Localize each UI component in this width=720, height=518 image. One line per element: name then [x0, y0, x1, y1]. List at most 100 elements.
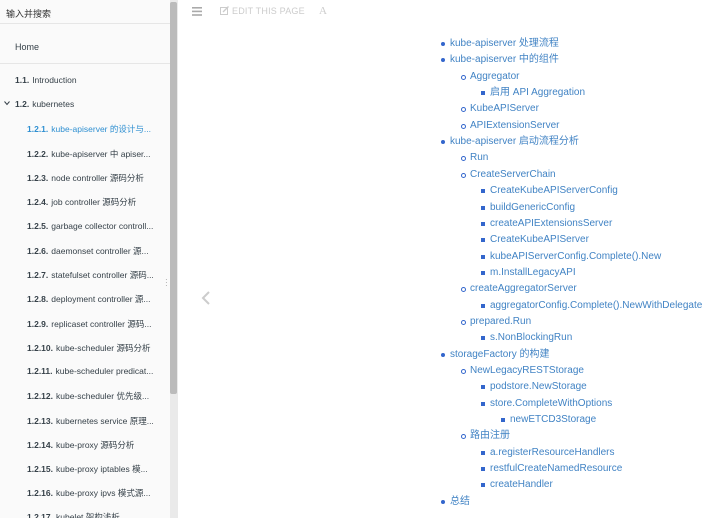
sidebar-item-number: 1.2.2.	[27, 149, 49, 159]
bullet-icon	[481, 254, 485, 259]
toc-link[interactable]: Aggregator	[470, 71, 519, 82]
sidebar-item[interactable]: 1.2.15. kube-proxy iptables 模...	[27, 463, 164, 475]
toc-link[interactable]: s.NonBlockingRun	[490, 332, 572, 343]
toc-link[interactable]: CreateKubeAPIServerConfig	[490, 185, 618, 196]
sidebar-item[interactable]: 1.2.4. job controller 源码分析	[27, 196, 164, 208]
sidebar-item[interactable]: 1.2.6. daemonset controller 源...	[27, 245, 164, 257]
sidebar-item[interactable]: 1.2.12. kube-scheduler 优先级...	[27, 390, 164, 402]
sidebar-item[interactable]: 1.2.9. replicaset controller 源码...	[27, 318, 164, 330]
sidebar-item-label: daemonset controller 源...	[51, 246, 149, 256]
chevron-left-icon[interactable]	[200, 290, 212, 306]
sidebar-item-label: job controller 源码分析	[51, 197, 137, 207]
toc-item: s.NonBlockingRun	[481, 332, 572, 344]
sidebar-item-label: kubernetes service 原理...	[56, 416, 154, 426]
toc-link[interactable]: CreateKubeAPIServer	[490, 234, 589, 245]
font-settings-button[interactable]: A	[319, 5, 327, 17]
toc-link[interactable]: 总结	[450, 496, 470, 507]
toc-item: prepared.Run	[461, 316, 531, 328]
toc-link[interactable]: m.InstallLegacyAPI	[490, 267, 576, 278]
toc-link[interactable]: Run	[470, 152, 488, 163]
sidebar-item-number: 1.2.1.	[27, 124, 49, 134]
sidebar-item[interactable]: 1.1. Introduction	[15, 75, 164, 85]
toc-link[interactable]: 路由注册	[470, 430, 510, 441]
toc-link[interactable]: newETCD3Storage	[510, 414, 596, 425]
toc-link[interactable]: buildGenericConfig	[490, 202, 575, 213]
sidebar-item[interactable]: 1.2.7. statefulset controller 源码...	[27, 269, 164, 281]
toc-link[interactable]: 启用 API Aggregation	[490, 87, 585, 98]
bullet-icon	[441, 42, 445, 46]
bullet-icon	[481, 91, 485, 96]
sidebar-item[interactable]: 1.2.16. kube-proxy ipvs 模式源...	[27, 487, 164, 499]
sidebar-item-label: kube-proxy ipvs 模式源...	[56, 488, 151, 498]
bullet-icon	[501, 418, 505, 423]
sidebar-item-label: kube-proxy 源码分析	[56, 440, 135, 450]
toc-item: kube-apiserver 中的组件	[441, 54, 559, 66]
toc-link[interactable]: kube-apiserver 中的组件	[450, 54, 559, 65]
toc-item: CreateKubeAPIServer	[481, 234, 589, 246]
toc-item: 总结	[441, 496, 470, 508]
bullet-icon	[481, 238, 485, 243]
toc-link[interactable]: NewLegacyRESTStorage	[470, 365, 584, 376]
toc-link[interactable]: podstore.NewStorage	[490, 381, 587, 392]
bullet-icon	[461, 319, 466, 325]
toc-link[interactable]: KubeAPIServer	[470, 103, 539, 114]
bullet-icon	[461, 107, 466, 113]
sidebar-item-number: 1.2.16.	[27, 488, 53, 498]
sidebar-item[interactable]: 1.2.5. garbage collector controll...	[27, 221, 164, 231]
sidebar-item[interactable]: 1.2.10. kube-scheduler 源码分析	[27, 342, 164, 354]
bullet-icon	[481, 483, 485, 488]
edit-icon	[220, 6, 229, 15]
toc-link[interactable]: APIExtensionServer	[470, 120, 560, 131]
sidebar-item[interactable]: 1.2.11. kube-scheduler predicat...	[27, 366, 164, 376]
sidebar-item[interactable]: 1.2.13. kubernetes service 原理...	[27, 415, 164, 427]
toc-item: CreateKubeAPIServerConfig	[481, 185, 618, 197]
hamburger-menu-icon[interactable]	[192, 7, 202, 16]
toc-link[interactable]: storageFactory 的构建	[450, 349, 549, 360]
bullet-icon	[461, 156, 466, 162]
sidebar-item-label: Introduction	[32, 75, 77, 85]
toc-link[interactable]: kubeAPIServerConfig.Complete().New	[490, 251, 661, 262]
sidebar-resize-handle[interactable]: · · ·	[165, 276, 168, 290]
sidebar-item[interactable]: 1.2. kubernetes	[15, 99, 164, 109]
sidebar-item[interactable]: 1.2.3. node controller 源码分析	[27, 172, 164, 184]
toc-item: createHandler	[481, 479, 553, 491]
edit-page-button[interactable]: EDIT THIS PAGE	[220, 6, 305, 16]
toc-item: aggregatorConfig.Complete().NewWithDeleg…	[481, 300, 702, 312]
sidebar-item-home[interactable]: Home	[15, 42, 39, 52]
toc-item: restfulCreateNamedResource	[481, 463, 622, 475]
sidebar-item[interactable]: 1.2.17. kubelet 架构浅析	[27, 511, 164, 518]
sidebar-item-label: deployment controller 源...	[51, 294, 151, 304]
sidebar-item-label: kube-scheduler 源码分析	[56, 343, 151, 353]
toc-link[interactable]: CreateServerChain	[470, 169, 556, 180]
toc-item: a.registerResourceHandlers	[481, 447, 615, 459]
toc-item: createAggregatorServer	[461, 283, 577, 295]
toc-link[interactable]: kube-apiserver 启动流程分析	[450, 136, 579, 147]
toc-link[interactable]: store.CompleteWithOptions	[490, 398, 612, 409]
search-input[interactable]: 输入并搜索	[0, 0, 178, 24]
bullet-icon	[481, 467, 485, 472]
toc-link[interactable]: restfulCreateNamedResource	[490, 463, 622, 474]
sidebar-item[interactable]: 1.2.14. kube-proxy 源码分析	[27, 439, 164, 451]
toc-link[interactable]: a.registerResourceHandlers	[490, 447, 615, 458]
chevron-down-icon[interactable]	[4, 100, 10, 106]
bullet-icon	[481, 303, 485, 308]
bullet-icon	[461, 123, 466, 129]
toc-link[interactable]: prepared.Run	[470, 316, 531, 327]
sidebar-item-number: 1.2.8.	[27, 294, 49, 304]
bullet-icon	[481, 270, 485, 275]
sidebar-item[interactable]: 1.2.2. kube-apiserver 中 apiser...	[27, 148, 164, 160]
bullet-icon	[461, 172, 466, 178]
sidebar-item[interactable]: 1.2.1. kube-apiserver 的设计与...	[27, 123, 164, 135]
scrollbar-thumb[interactable]	[170, 2, 177, 394]
toc-link[interactable]: createAggregatorServer	[470, 283, 577, 294]
sidebar-item-label: kube-apiserver 中 apiser...	[51, 149, 151, 159]
toc-item: APIExtensionServer	[461, 120, 560, 132]
sidebar-item[interactable]: 1.2.8. deployment controller 源...	[27, 293, 164, 305]
sidebar-item-number: 1.2.14.	[27, 440, 53, 450]
toc-link[interactable]: createHandler	[490, 479, 553, 490]
toc-link[interactable]: kube-apiserver 处理流程	[450, 38, 559, 49]
toc-link[interactable]: aggregatorConfig.Complete().NewWithDeleg…	[490, 300, 702, 311]
sidebar-item-label: kubelet 架构浅析	[56, 512, 120, 518]
toc-link[interactable]: createAPIExtensionsServer	[490, 218, 612, 229]
bullet-icon	[481, 401, 485, 406]
